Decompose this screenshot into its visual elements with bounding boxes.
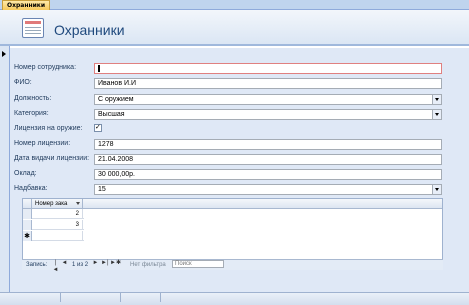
weapon-license-label: Лицензия на оружие: — [14, 125, 83, 132]
category-label: Категория: — [14, 110, 49, 117]
row-selector[interactable] — [23, 209, 32, 219]
bonus-combobox[interactable]: 15 — [94, 184, 442, 195]
chevron-down-icon[interactable] — [432, 110, 441, 119]
page-title: Охранники — [54, 22, 125, 38]
text-cursor — [98, 64, 100, 72]
row-selector[interactable] — [23, 220, 32, 230]
salary-label: Оклад: — [14, 170, 37, 177]
search-input[interactable]: Поиск — [172, 260, 224, 268]
license-date-label: Дата видачи лицензии: — [14, 155, 90, 162]
table-row[interactable]: 3 — [23, 220, 84, 230]
next-record-button[interactable]: ► — [92, 260, 99, 267]
order-number-cell[interactable]: 2 — [33, 209, 83, 219]
tab-okhranniki[interactable]: Охранники — [2, 0, 51, 10]
order-number-column-header[interactable]: Номер зака — [33, 199, 83, 209]
chevron-down-icon[interactable] — [432, 185, 441, 194]
column-header-label: Номер зака — [35, 201, 68, 207]
license-number-label: Номер лицензии: — [14, 140, 71, 147]
new-order-cell[interactable] — [33, 231, 83, 241]
position-combobox[interactable]: С оружием — [94, 94, 442, 105]
new-record-row[interactable]: ✱ — [23, 231, 84, 241]
record-navigation-bar: Запись: |◄ ◄ 1 из 2 ► ►| ►✱ Нет фильтра … — [22, 259, 443, 273]
form-icon — [22, 18, 44, 38]
no-filter-indicator[interactable]: Нет фильтра — [130, 260, 166, 270]
divider — [60, 293, 61, 302]
sort-dropdown-icon[interactable] — [76, 202, 80, 205]
fio-label: ФИО: — [14, 79, 32, 86]
new-record-icon: ✱ — [23, 231, 32, 241]
category-value: Высшая — [98, 111, 125, 118]
select-all-corner[interactable] — [23, 199, 32, 209]
record-position[interactable]: 1 из 2 — [72, 260, 88, 270]
license-number-field[interactable]: 1278 — [94, 139, 442, 150]
chevron-down-icon[interactable] — [432, 95, 441, 104]
fio-field[interactable]: Иванов И.И — [94, 78, 442, 89]
order-number-cell[interactable]: 3 — [33, 220, 83, 230]
position-value: С оружием — [98, 96, 134, 103]
first-record-button[interactable]: |◄ — [52, 260, 59, 273]
salary-field[interactable]: 30 000,00р. — [94, 169, 442, 180]
record-selector[interactable] — [0, 46, 10, 292]
divider — [160, 293, 161, 302]
position-label: Должность: — [14, 95, 52, 102]
bonus-label: Надбавка: — [14, 185, 48, 192]
form-header: Охранники — [0, 10, 469, 46]
bonus-value: 15 — [98, 186, 106, 193]
main-record-navigation-bar — [0, 292, 469, 305]
previous-record-button[interactable]: ◄ — [61, 260, 68, 267]
divider — [120, 293, 121, 302]
record-label: Запись: — [26, 262, 48, 268]
table-row[interactable]: 2 — [23, 209, 84, 219]
new-record-button[interactable]: ►✱ — [110, 260, 121, 267]
subform-header-row: Номер зака — [23, 199, 442, 209]
employee-number-label: Номер сотрудника: — [14, 64, 77, 71]
current-record-arrow-icon — [2, 51, 6, 57]
license-date-field[interactable]: 21.04.2008 — [94, 154, 442, 165]
document-tab-bar: Охранники — [0, 0, 469, 10]
employee-number-field[interactable] — [94, 63, 442, 74]
last-record-button[interactable]: ►| — [101, 260, 109, 267]
weapon-license-checkbox[interactable] — [94, 123, 102, 132]
category-combobox[interactable]: Высшая — [94, 109, 442, 120]
